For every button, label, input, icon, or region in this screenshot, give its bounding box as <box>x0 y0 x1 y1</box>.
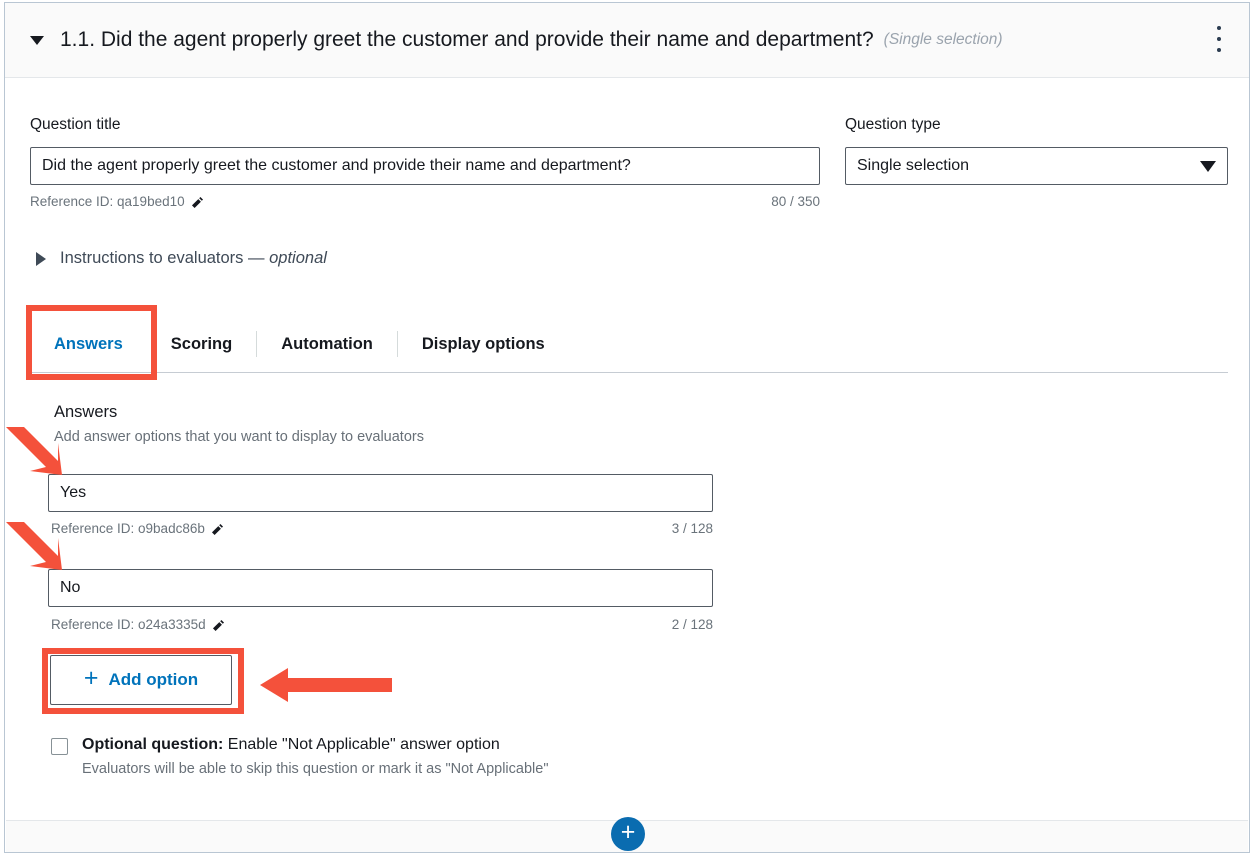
pencil-icon[interactable] <box>211 523 224 536</box>
question-title-counter: 80 / 350 <box>771 194 820 209</box>
optional-question-bold-label: Optional question: <box>82 736 223 753</box>
answers-section-description: Add answer options that you want to disp… <box>54 429 424 445</box>
tab-answers[interactable]: Answers <box>30 315 147 373</box>
kebab-dot <box>1217 37 1221 41</box>
chevron-down-icon[interactable] <box>1200 161 1216 172</box>
answer-option-counter: 3 / 128 <box>672 521 713 536</box>
caret-down-icon[interactable] <box>30 36 44 45</box>
instructions-label-text: Instructions to evaluators — <box>60 249 269 267</box>
question-type-select[interactable]: Single selection <box>845 147 1228 185</box>
question-type-label: Question type <box>845 116 941 134</box>
answer-option-helper: Reference ID: o24a3335d 2 / 128 <box>51 617 713 632</box>
answers-section-heading: Answers <box>54 403 117 422</box>
answer-option-reference-id-text: Reference ID: o24a3335d <box>51 617 206 632</box>
question-title-input[interactable]: Did the agent properly greet the custome… <box>30 147 820 185</box>
plus-icon: + <box>84 666 99 691</box>
tab-bar-underline <box>30 372 1228 373</box>
answer-option-reference-id-text: Reference ID: o9badc86b <box>51 521 205 536</box>
optional-question-row[interactable]: Optional question: Enable "Not Applicabl… <box>51 736 500 755</box>
tab-display-options[interactable]: Display options <box>398 315 569 373</box>
kebab-dot <box>1217 26 1221 30</box>
tab-bar: Answers Scoring Automation Display optio… <box>30 315 1230 373</box>
question-title-label: Question title <box>30 116 120 134</box>
instructions-to-evaluators-toggle[interactable]: Instructions to evaluators — optional <box>36 249 327 268</box>
answer-option-input[interactable]: Yes <box>48 474 713 512</box>
add-question-button[interactable]: + <box>611 817 645 851</box>
optional-question-description: Evaluators will be able to skip this que… <box>82 761 548 777</box>
question-title-helper: Reference ID: qa19bed10 80 / 350 <box>30 194 820 209</box>
question-title-reference-id[interactable]: Reference ID: qa19bed10 <box>30 194 204 209</box>
tab-scoring[interactable]: Scoring <box>147 315 256 373</box>
add-option-label: Add option <box>108 670 198 690</box>
optional-question-label: Optional question: Enable "Not Applicabl… <box>82 736 500 754</box>
kebab-dot <box>1217 48 1221 52</box>
optional-question-rest-label: Enable "Not Applicable" answer option <box>223 736 499 753</box>
question-header[interactable]: 1.1. Did the agent properly greet the cu… <box>5 3 1249 78</box>
pencil-icon[interactable] <box>191 196 204 209</box>
instructions-label: Instructions to evaluators — optional <box>60 249 327 268</box>
answer-option-value: Yes <box>60 484 86 502</box>
question-editor-screen: 1.1. Did the agent properly greet the cu… <box>0 0 1254 855</box>
question-title-reference-id-text: Reference ID: qa19bed10 <box>30 194 185 209</box>
caret-right-icon[interactable] <box>36 252 46 266</box>
question-header-type-hint: (Single selection) <box>884 31 1003 49</box>
pencil-icon[interactable] <box>212 619 225 632</box>
answer-option-helper: Reference ID: o9badc86b 3 / 128 <box>51 521 713 536</box>
question-type-value: Single selection <box>857 157 1200 175</box>
kebab-menu-icon[interactable] <box>1216 26 1222 52</box>
question-title-value: Did the agent properly greet the custome… <box>42 157 631 175</box>
answer-option-counter: 2 / 128 <box>672 617 713 632</box>
answer-option-value: No <box>60 579 80 597</box>
answer-option-input[interactable]: No <box>48 569 713 607</box>
optional-question-checkbox[interactable] <box>51 738 68 755</box>
tab-automation[interactable]: Automation <box>257 315 397 373</box>
add-option-button[interactable]: + Add option <box>50 655 232 705</box>
question-header-title: 1.1. Did the agent properly greet the cu… <box>60 28 874 52</box>
answer-option-reference-id[interactable]: Reference ID: o9badc86b <box>51 521 224 536</box>
plus-circle-icon: + <box>621 820 636 845</box>
answer-option-reference-id[interactable]: Reference ID: o24a3335d <box>51 617 225 632</box>
instructions-optional-word: optional <box>269 249 327 267</box>
